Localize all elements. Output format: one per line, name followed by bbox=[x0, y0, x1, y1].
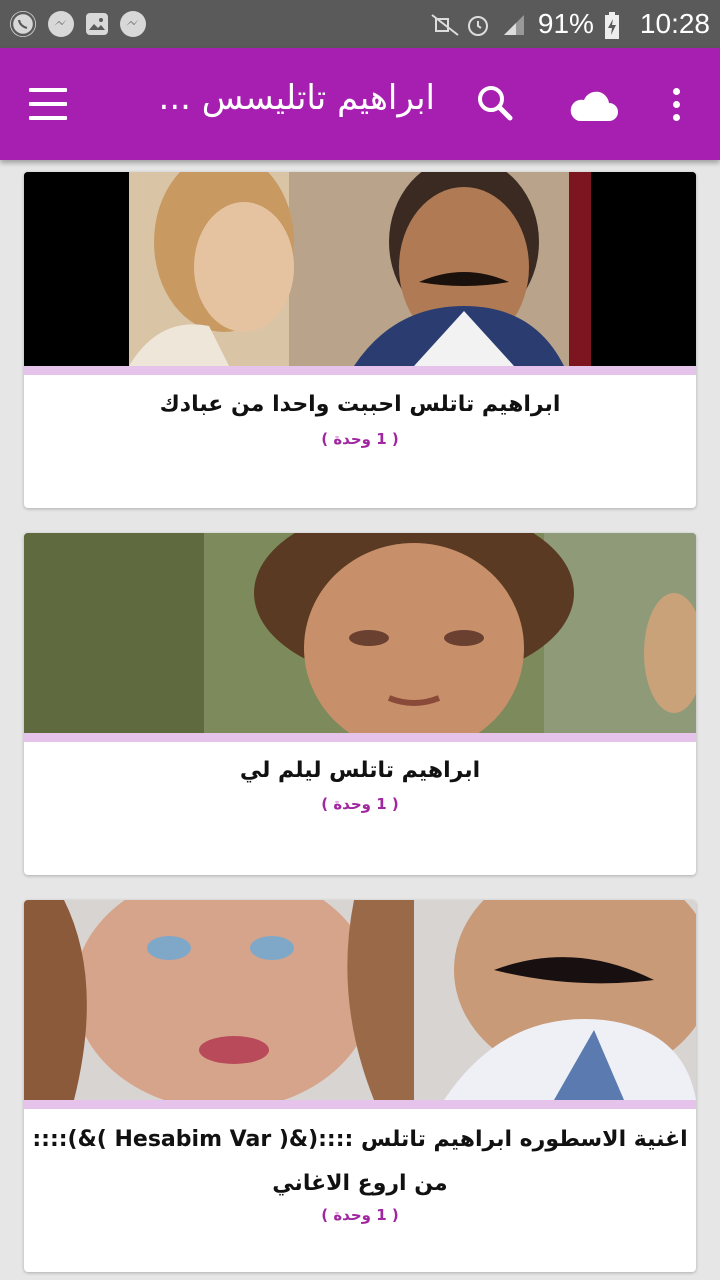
accent-strip bbox=[24, 366, 696, 375]
cloud-icon bbox=[570, 91, 618, 121]
messenger-icon bbox=[48, 11, 74, 37]
alarm-icon bbox=[466, 12, 492, 36]
battery-charging-icon bbox=[604, 12, 630, 39]
item-title: ابراهيم تاتلس ليلم لي bbox=[239, 758, 481, 783]
item-count: ( 1 وحدة ) bbox=[321, 1206, 399, 1224]
search-button[interactable] bbox=[470, 78, 520, 128]
accent-strip bbox=[24, 1100, 696, 1109]
messenger-icon bbox=[120, 11, 146, 37]
clock: 10:28 bbox=[639, 8, 710, 39]
menu-button[interactable] bbox=[22, 80, 74, 128]
menu-icon bbox=[29, 88, 67, 92]
accent-strip bbox=[24, 733, 696, 742]
more-options-button[interactable] bbox=[656, 78, 696, 130]
video-thumbnail[interactable] bbox=[24, 533, 696, 733]
item-count: ( 1 وحدة ) bbox=[321, 430, 399, 448]
item-title: اغنية الاسطوره ابراهيم تاتلس ::::(&( Hes… bbox=[32, 1127, 688, 1196]
mute-icon bbox=[430, 12, 459, 36]
list-item[interactable]: ابراهيم تاتلس احببت واحدا من عبادك ( 1 و… bbox=[24, 172, 696, 508]
app-toolbar: ابراهيم تاتليسس ... bbox=[0, 48, 720, 160]
battery-level: 91% bbox=[537, 8, 594, 39]
whatsapp-icon bbox=[10, 11, 36, 37]
cloud-button[interactable] bbox=[562, 80, 624, 130]
list-item[interactable]: اغنية الاسطوره ابراهيم تاتلس ::::(&( Hes… bbox=[24, 900, 696, 1272]
status-bar: 91% 10:28 bbox=[0, 0, 720, 48]
search-icon bbox=[478, 86, 513, 121]
page-title: ابراهيم تاتليسس ... bbox=[158, 78, 435, 118]
signal-icon bbox=[502, 12, 528, 36]
item-title: ابراهيم تاتلس احببت واحدا من عبادك bbox=[159, 392, 561, 417]
gallery-icon bbox=[86, 13, 108, 35]
item-count: ( 1 وحدة ) bbox=[321, 795, 399, 813]
more-vert-icon bbox=[672, 87, 680, 95]
list-item[interactable]: ابراهيم تاتلس ليلم لي ( 1 وحدة ) bbox=[24, 533, 696, 875]
video-thumbnail[interactable] bbox=[24, 172, 696, 366]
video-thumbnail[interactable] bbox=[24, 900, 696, 1100]
